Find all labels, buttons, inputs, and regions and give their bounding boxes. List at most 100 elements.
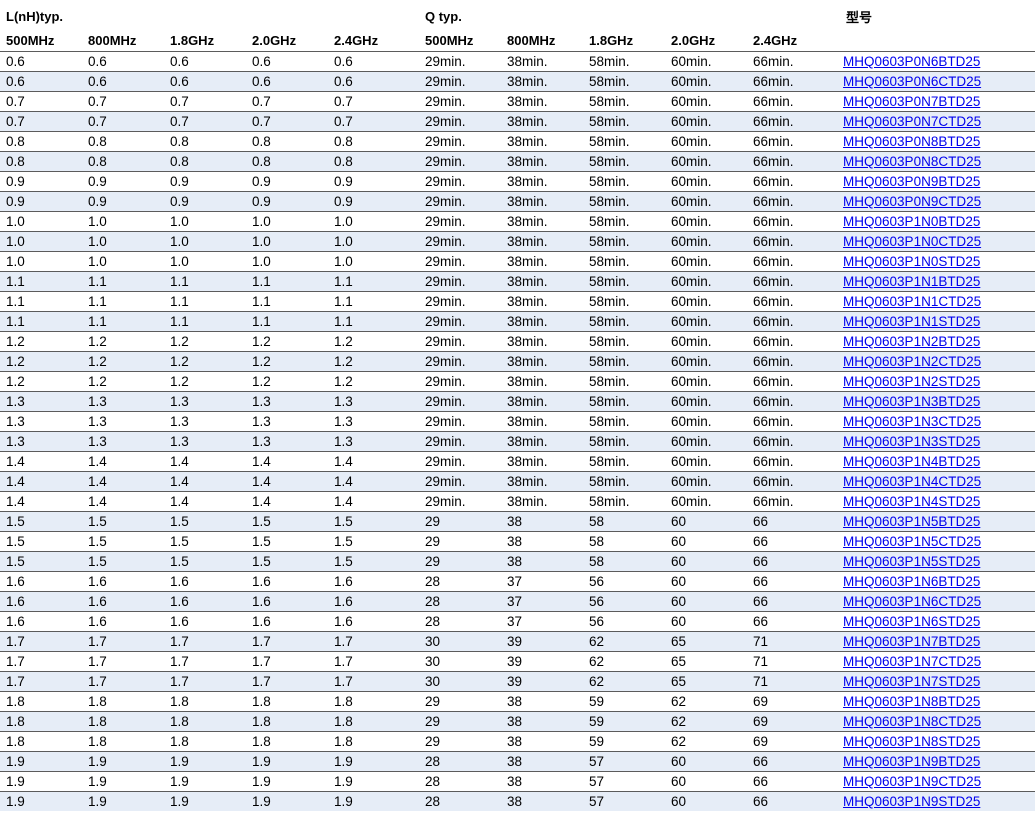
part-number-link[interactable]: MHQ0603P1N6CTD25 (843, 594, 981, 609)
part-number-link[interactable]: MHQ0603P1N7CTD25 (843, 654, 981, 669)
q-cell: 62 (583, 631, 665, 652)
part-number-link[interactable]: MHQ0603P0N6CTD25 (843, 74, 981, 89)
part-number-link[interactable]: MHQ0603P0N8CTD25 (843, 154, 981, 169)
part-number-link[interactable]: MHQ0603P1N4STD25 (843, 494, 980, 509)
part-number-link[interactable]: MHQ0603P1N5CTD25 (843, 534, 981, 549)
part-number-link[interactable]: MHQ0603P1N2CTD25 (843, 354, 981, 369)
inductance-cell: 1.8 (246, 711, 328, 732)
part-number-cell: MHQ0603P1N6BTD25 (840, 571, 1035, 592)
part-number-link[interactable]: MHQ0603P1N7STD25 (843, 674, 980, 689)
inductance-cell: 1.5 (0, 531, 82, 552)
q-cell: 38min. (501, 211, 583, 232)
q-cell: 60min. (665, 371, 747, 392)
part-number-link[interactable]: MHQ0603P1N6STD25 (843, 614, 980, 629)
q-cell: 38min. (501, 451, 583, 472)
q-cell: 37 (501, 611, 583, 632)
inductance-cell: 1.7 (82, 651, 164, 672)
inductance-cell: 0.7 (164, 111, 246, 132)
q-cell: 28 (419, 751, 501, 772)
inductance-cell: 1.9 (0, 791, 82, 811)
part-number-link[interactable]: MHQ0603P1N8CTD25 (843, 714, 981, 729)
q-cell: 60min. (665, 211, 747, 232)
q-cell: 66min. (747, 91, 841, 112)
part-number-link[interactable]: MHQ0603P1N9STD25 (843, 794, 980, 809)
part-number-link[interactable]: MHQ0603P0N7BTD25 (843, 94, 980, 109)
inductance-cell: 1.8 (328, 691, 419, 712)
part-number-link[interactable]: MHQ0603P1N1STD25 (843, 314, 980, 329)
q-cell: 38min. (501, 151, 583, 172)
part-number-link[interactable]: MHQ0603P0N6BTD25 (843, 54, 980, 69)
inductance-cell: 1.1 (246, 291, 328, 312)
header-frequency-row: 500MHz 800MHz 1.8GHz 2.0GHz 2.4GHz 500MH… (0, 30, 1035, 52)
part-number-link[interactable]: MHQ0603P1N8STD25 (843, 734, 980, 749)
inductance-cell: 1.6 (82, 571, 164, 592)
table-row: 0.6 0.6 0.6 0.6 0.6 29min. 38min. 58min. 60min. 6… (0, 71, 1035, 92)
q-cell: 58min. (583, 191, 665, 212)
q-cell: 29 (419, 731, 501, 752)
part-number-link[interactable]: MHQ0603P1N9BTD25 (843, 754, 980, 769)
part-number-link[interactable]: MHQ0603P1N2BTD25 (843, 334, 980, 349)
part-number-link[interactable]: MHQ0603P1N8BTD25 (843, 694, 980, 709)
q-cell: 66min. (747, 431, 841, 452)
part-number-cell: MHQ0603P0N7CTD25 (840, 111, 1035, 132)
q-cell: 29min. (419, 311, 501, 332)
q-cell: 66 (747, 591, 841, 612)
table-body: 0.6 0.6 0.6 0.6 0.6 29min. 38min. 58min. 60min. 6… (0, 51, 1035, 811)
q-cell: 29min. (419, 491, 501, 512)
q-cell: 58 (583, 531, 665, 552)
part-number-link[interactable]: MHQ0603P1N0STD25 (843, 254, 980, 269)
part-number-link[interactable]: MHQ0603P0N7CTD25 (843, 114, 981, 129)
part-number-link[interactable]: MHQ0603P1N3BTD25 (843, 394, 980, 409)
q-cell: 66min. (747, 251, 841, 272)
inductance-cell: 1.8 (164, 711, 246, 732)
q-cell: 58min. (583, 371, 665, 392)
inductance-cell: 1.6 (246, 591, 328, 612)
q-cell: 29min. (419, 451, 501, 472)
part-number-link[interactable]: MHQ0603P1N4BTD25 (843, 454, 980, 469)
inductance-cell: 1.1 (82, 311, 164, 332)
part-number-cell: MHQ0603P1N0STD25 (840, 251, 1035, 272)
part-number-link[interactable]: MHQ0603P0N8BTD25 (843, 134, 980, 149)
inductance-cell: 0.7 (82, 111, 164, 132)
part-number-link[interactable]: MHQ0603P1N6BTD25 (843, 574, 980, 589)
inductance-cell: 1.4 (82, 491, 164, 512)
part-number-link[interactable]: MHQ0603P1N0CTD25 (843, 234, 981, 249)
part-number-link[interactable]: MHQ0603P1N2STD25 (843, 374, 980, 389)
table-row: 0.7 0.7 0.7 0.7 0.7 29min. 38min. 58min. 60min. 6… (0, 91, 1035, 112)
part-number-link[interactable]: MHQ0603P0N9BTD25 (843, 174, 980, 189)
inductance-cell: 1.3 (328, 411, 419, 432)
part-number-link[interactable]: MHQ0603P1N0BTD25 (843, 214, 980, 229)
q-cell: 66min. (747, 411, 841, 432)
part-number-link[interactable]: MHQ0603P1N1CTD25 (843, 294, 981, 309)
inductance-cell: 1.0 (82, 231, 164, 252)
inductance-cell: 1.3 (246, 391, 328, 412)
header-q-1-8ghz: 1.8GHz (589, 33, 634, 48)
part-number-link[interactable]: MHQ0603P1N1BTD25 (843, 274, 980, 289)
inductance-cell: 1.7 (0, 631, 82, 652)
header-l-500mhz: 500MHz (6, 33, 55, 48)
q-cell: 60 (665, 791, 747, 811)
inductance-cell: 1.5 (82, 531, 164, 552)
part-number-link[interactable]: MHQ0603P1N5BTD25 (843, 514, 980, 529)
q-cell: 66 (747, 611, 841, 632)
header-pn-blank (840, 30, 1035, 52)
part-number-link[interactable]: MHQ0603P1N9CTD25 (843, 774, 981, 789)
part-number-link[interactable]: MHQ0603P1N3CTD25 (843, 414, 981, 429)
part-number-link[interactable]: MHQ0603P1N3STD25 (843, 434, 980, 449)
table-row: 1.0 1.0 1.0 1.0 1.0 29min. 38min. 58min. 60min. 6… (0, 231, 1035, 252)
inductance-cell: 1.9 (246, 751, 328, 772)
part-number-link[interactable]: MHQ0603P1N4CTD25 (843, 474, 981, 489)
header-group-row: L(nH)typ. Q typ. 型号 (0, 0, 1035, 30)
table-row: 1.7 1.7 1.7 1.7 1.7 30 39 62 65 71 MHQ0603P1N7CTD2… (0, 651, 1035, 672)
q-cell: 60min. (665, 271, 747, 292)
table-row: 0.8 0.8 0.8 0.8 0.8 29min. 38min. 58min. 60min. 6… (0, 151, 1035, 172)
inductance-cell: 1.6 (328, 611, 419, 632)
part-number-link[interactable]: MHQ0603P1N7BTD25 (843, 634, 980, 649)
q-cell: 66min. (747, 271, 841, 292)
inductance-cell: 0.8 (0, 151, 82, 172)
inductance-cell: 0.8 (82, 151, 164, 172)
inductance-cell: 0.8 (328, 151, 419, 172)
part-number-link[interactable]: MHQ0603P0N9CTD25 (843, 194, 981, 209)
inductance-cell: 0.8 (164, 151, 246, 172)
part-number-link[interactable]: MHQ0603P1N5STD25 (843, 554, 980, 569)
